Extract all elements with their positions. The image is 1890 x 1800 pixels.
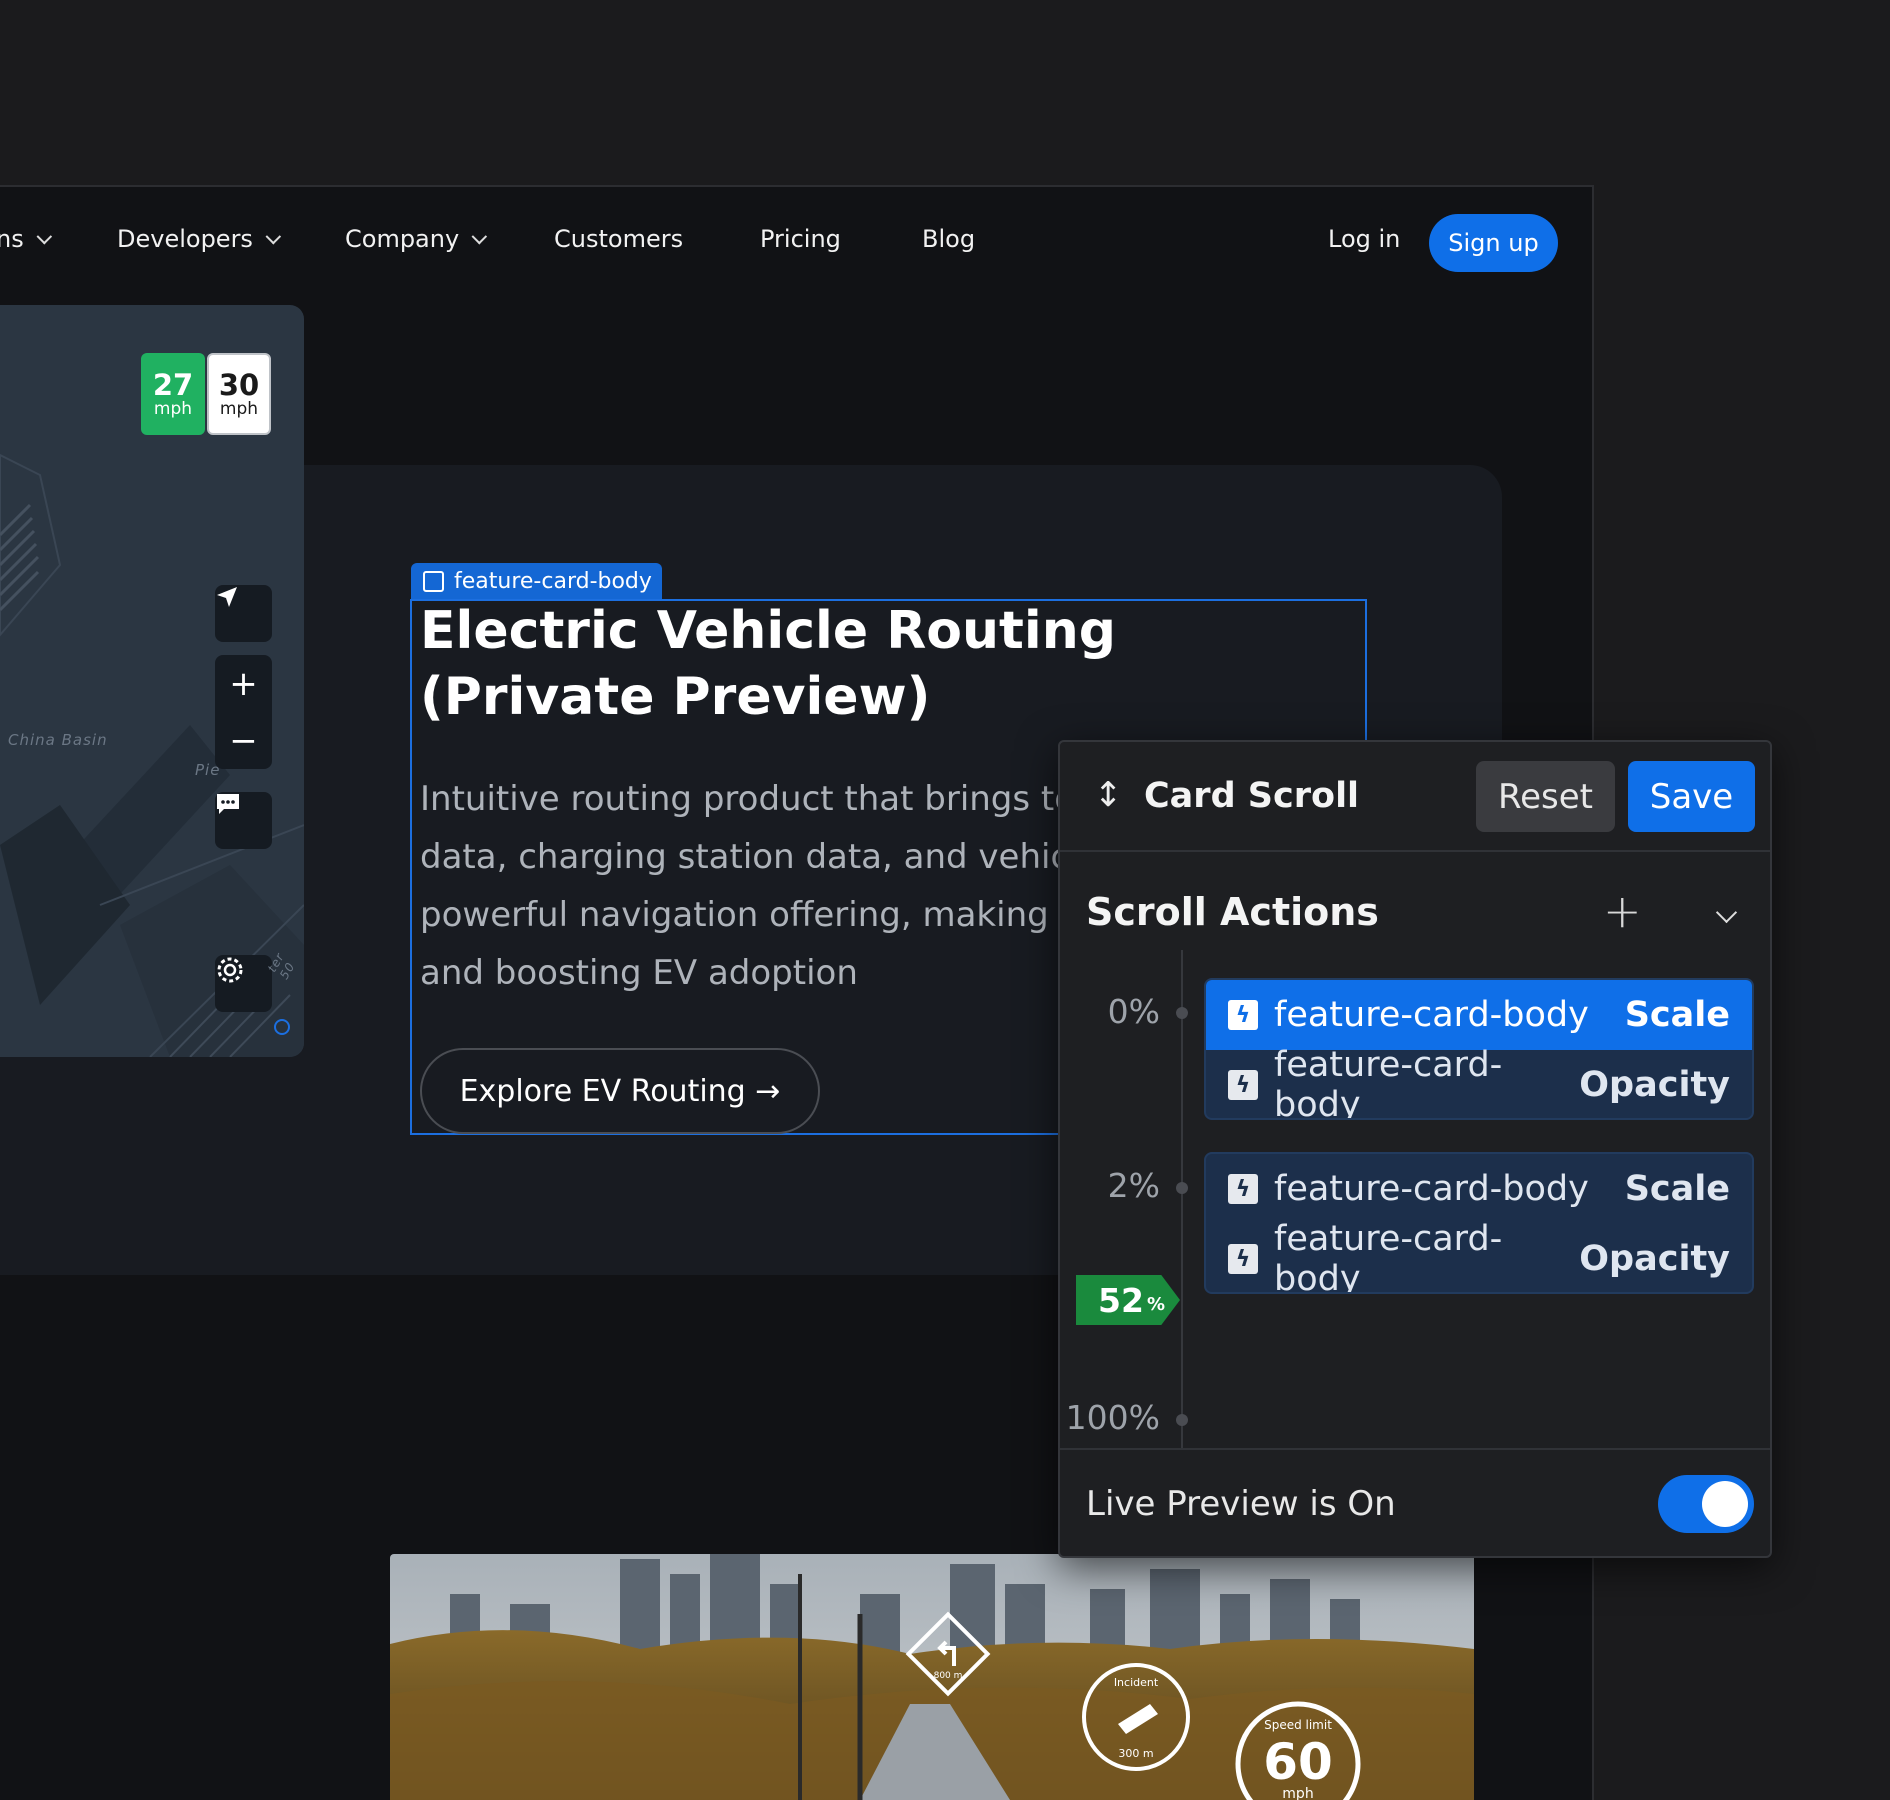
bolt-icon: ϟ <box>1228 1244 1258 1274</box>
bolt-icon: ϟ <box>1228 1000 1258 1030</box>
speed-limit-label: Speed limit <box>1264 1718 1332 1732</box>
save-button[interactable]: Save <box>1628 761 1755 832</box>
zoom-in-button[interactable]: + <box>215 655 272 712</box>
timeline-dot[interactable] <box>1176 1007 1188 1019</box>
timeline-dot[interactable] <box>1176 1182 1188 1194</box>
speed-limit-unit: mph <box>1282 1786 1313 1800</box>
bolt-icon: ϟ <box>1228 1174 1258 1204</box>
live-preview-toggle[interactable] <box>1658 1475 1754 1533</box>
action-row[interactable]: ϟ feature-card-body Opacity <box>1206 1045 1752 1118</box>
add-action-icon[interactable]: + <box>1603 884 1642 938</box>
mark-2: 2% <box>1107 1166 1160 1205</box>
action-row[interactable]: ϟ feature-card-body Opacity <box>1206 1219 1752 1292</box>
panel-footer: Live Preview is On <box>1060 1448 1770 1556</box>
sign-distance: 800 m <box>934 1671 963 1681</box>
map-label-pier: Pie <box>195 761 221 779</box>
top-nav: ns Developers Company Customers Pricing … <box>0 187 1592 299</box>
zoom-out-button[interactable]: − <box>215 712 272 769</box>
panel-header: ↕ Card Scroll Reset Save <box>1060 742 1770 852</box>
gear-icon <box>217 957 243 983</box>
bolt-icon: ϟ <box>1228 1070 1258 1100</box>
feature-title: Electric Vehicle Routing (Private Previe… <box>420 601 1116 727</box>
scroll-position-marker[interactable]: 52% <box>1076 1275 1180 1325</box>
action-row[interactable]: ϟ feature-card-body Scale <box>1206 980 1752 1050</box>
mark-0: 0% <box>1107 992 1160 1031</box>
chevron-down-icon <box>471 228 488 244</box>
mark-100: 100% <box>1065 1398 1160 1437</box>
login-link[interactable]: Log in <box>1328 225 1400 253</box>
scroll-actions-title: Scroll Actions <box>1086 890 1379 934</box>
toggle-knob <box>1702 1481 1748 1527</box>
speed-limit-value: 60 <box>1263 1733 1333 1791</box>
current-speed-badge: 27 mph <box>141 353 205 435</box>
explore-ev-routing-button[interactable]: Explore EV Routing → <box>420 1048 820 1134</box>
map-label-china-basin: China Basin <box>8 731 108 749</box>
chevron-down-icon <box>36 228 52 244</box>
nav-item-pricing[interactable]: Pricing <box>760 225 841 253</box>
selection-tag[interactable]: feature-card-body <box>411 563 662 599</box>
feedback-button[interactable] <box>215 792 272 849</box>
scroll-timeline[interactable] <box>1181 950 1183 1450</box>
reset-button[interactable]: Reset <box>1476 761 1615 832</box>
nav-item-solutions[interactable]: ns <box>0 225 52 253</box>
card-scroll-panel: ↕ Card Scroll Reset Save Scroll Actions … <box>1058 740 1772 1558</box>
zoom-controls: + − <box>215 655 272 769</box>
map-preview: 27 mph 30 mph + − China Basin Pie ter 50 <box>0 305 304 1057</box>
nav-item-company[interactable]: Company <box>345 225 488 253</box>
locate-button[interactable] <box>215 585 272 642</box>
action-group: ϟ feature-card-body Scale ϟ feature-card… <box>1204 1152 1754 1294</box>
nav-item-developers[interactable]: Developers <box>117 225 282 253</box>
action-row[interactable]: ϟ feature-card-body Scale <box>1206 1154 1752 1224</box>
chevron-down-icon <box>265 228 282 244</box>
incident-distance: 300 m <box>1118 1747 1153 1760</box>
panel-title: Card Scroll <box>1144 776 1360 816</box>
live-preview-label: Live Preview is On <box>1086 1484 1396 1524</box>
navigation-arrow-icon <box>217 587 237 607</box>
nav-item-blog[interactable]: Blog <box>922 225 975 253</box>
nav-item-customers[interactable]: Customers <box>554 225 683 253</box>
action-group: ϟ feature-card-body Scale ϟ feature-card… <box>1204 978 1754 1120</box>
city-highway-photo: 800 m Incident 300 m Speed limit 60 mph <box>390 1554 1474 1800</box>
collapse-chevron-icon[interactable] <box>1715 901 1738 924</box>
incident-label: Incident <box>1114 1676 1159 1689</box>
map-settings-button[interactable] <box>215 955 272 1012</box>
timeline-dot[interactable] <box>1176 1414 1188 1426</box>
city-highway-illustration: 800 m Incident 300 m Speed limit 60 mph <box>390 1554 1474 1800</box>
feature-description: Intuitive routing product that brings to… <box>420 779 1060 993</box>
speed-limit-badge: 30 mph <box>207 353 271 435</box>
element-box-icon <box>423 570 444 592</box>
signup-button[interactable]: Sign up <box>1429 214 1558 272</box>
chat-icon <box>217 794 239 814</box>
vertical-arrows-icon: ↕ <box>1094 775 1123 815</box>
